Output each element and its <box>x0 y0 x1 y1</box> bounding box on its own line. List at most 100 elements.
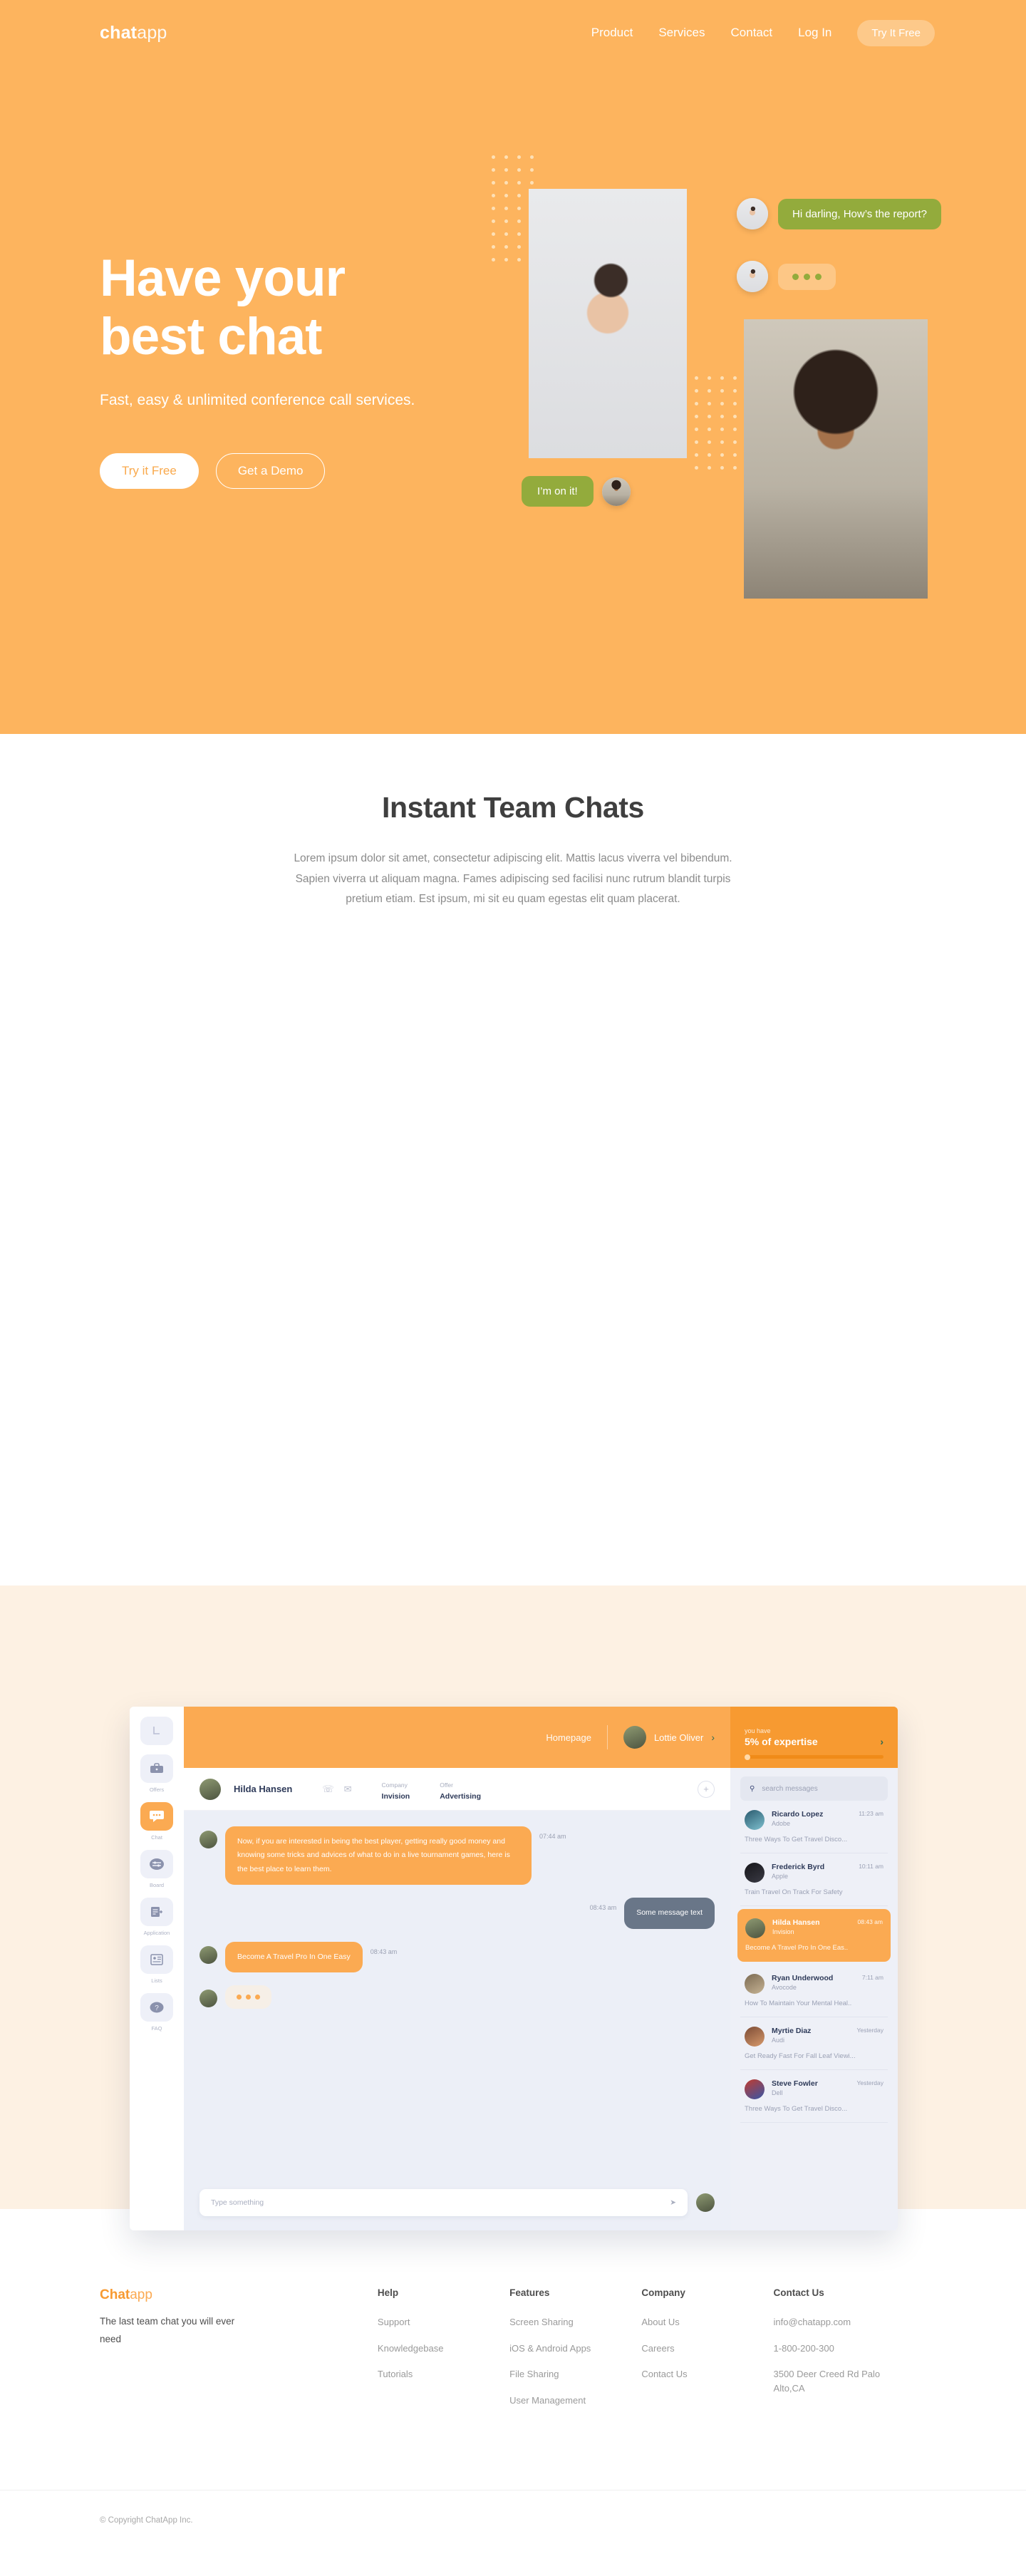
conversation-company: Audi <box>772 2037 785 2044</box>
sidebar-item-application[interactable]: Application <box>140 1898 173 1936</box>
footer-link-knowledgebase[interactable]: Knowledgebase <box>378 2342 509 2356</box>
footer-link-careers[interactable]: Careers <box>641 2342 773 2356</box>
hero-try-it-free-button[interactable]: Try it Free <box>100 452 199 489</box>
sidebar-label-offers: Offers <box>149 1786 165 1793</box>
footer-link-tutorials[interactable]: Tutorials <box>378 2367 509 2381</box>
footer-heading-contact-us: Contact Us <box>773 2287 824 2298</box>
hero-reply-row: I’m on it! <box>522 476 631 507</box>
avatar <box>745 2027 765 2047</box>
conversation-item[interactable]: Frederick Byrd Apple 10:11 am Train Trav… <box>740 1853 888 1906</box>
conversation-item-active[interactable]: Hilda Hansen Invision 08:43 am Become A … <box>737 1909 891 1962</box>
avatar <box>623 1726 646 1749</box>
conversation-company: Invision <box>772 1928 794 1935</box>
footer-link-screen-sharing[interactable]: Screen Sharing <box>509 2315 641 2329</box>
landing-page: chatapp Product Services Contact Log In … <box>0 0 1026 2576</box>
footer-heading-company: Company <box>641 2287 685 2298</box>
nav-link-login[interactable]: Log In <box>798 26 831 40</box>
sidebar-item-faq[interactable]: ? FAQ <box>140 1993 173 2032</box>
hero-im-on-it-button[interactable]: I’m on it! <box>522 476 594 507</box>
app-mockup: Offers Chat Board Application Lists ? FA… <box>130 1707 898 2230</box>
app-main: Homepage Lottie Oliver › you have 5% of … <box>184 1707 898 2230</box>
footer-link-support[interactable]: Support <box>378 2315 509 2329</box>
conversation-item[interactable]: Ryan Underwood Avocode 7:11 am How To Ma… <box>740 1965 888 2017</box>
site-footer: Chatapp The last team chat you will ever… <box>0 2209 1026 2576</box>
conversation-time: 11:23 am <box>859 1810 884 1817</box>
nav-try-it-free-button[interactable]: Try It Free <box>857 19 935 46</box>
footer-contact-email[interactable]: info@chatapp.com <box>774 2315 926 2329</box>
footer-link-user-management[interactable]: User Management <box>509 2394 641 2408</box>
hero-photo-woman-smiling <box>529 189 687 458</box>
briefcase-icon <box>140 1754 173 1783</box>
conversation-list: ⚲ search messages Ricardo Lopez Adobe 11… <box>730 1768 898 2230</box>
brand-logo-light: app <box>137 22 167 43</box>
avatar <box>696 2193 715 2212</box>
expertise-value: 5% of expertise <box>745 1736 818 1747</box>
footer-column-help: Help Support Knowledgebase Tutorials <box>378 2287 509 2419</box>
footer-column-company: Company About Us Careers Contact Us <box>641 2287 773 2419</box>
sidebar-item-logo[interactable] <box>140 1717 173 1745</box>
footer-logo-bold: Chat <box>100 2287 130 2302</box>
footer-tagline: The last team chat you will ever need <box>100 2316 235 2344</box>
document-plus-icon <box>140 1898 173 1926</box>
footer-logo[interactable]: Chatapp <box>100 2287 378 2303</box>
sidebar-item-lists[interactable]: Lists <box>140 1945 173 1984</box>
avatar <box>737 261 768 292</box>
chat-company-meta: Company Invision <box>382 1778 410 1801</box>
conversation-name: Ryan Underwood <box>772 1974 834 1982</box>
conversation-item[interactable]: Steve Fowler Dell Yesterday Three Ways T… <box>740 2070 888 2123</box>
nav-link-contact[interactable]: Contact <box>731 26 773 40</box>
expertise-caption: you have <box>745 1727 771 1734</box>
app-topbar-actions: Homepage Lottie Oliver › <box>546 1725 730 1749</box>
footer-columns: Chatapp The last team chat you will ever… <box>100 2287 926 2419</box>
message-input[interactable]: Type something ➤ <box>200 2189 688 2216</box>
sidebar-label-board: Board <box>149 1882 164 1888</box>
conversation-preview: Three Ways To Get Travel Disco... <box>745 1836 848 1843</box>
conversation-item[interactable]: Myrtie Diaz Audi Yesterday Get Ready Fas… <box>740 2017 888 2070</box>
brand-logo[interactable]: chatapp <box>100 23 167 43</box>
typing-dot-icon <box>815 273 822 280</box>
chat-company-label: Company <box>381 1781 408 1789</box>
list-icon <box>140 1945 173 1974</box>
chat-offer-meta: Offer Advertising <box>440 1778 481 1801</box>
message-row: Become A Travel Pro In One Easy 08:43 am <box>200 1941 715 1973</box>
footer-column-features: Features Screen Sharing iOS & Android Ap… <box>509 2287 641 2419</box>
avatar <box>200 1990 217 2008</box>
footer-contact-phone[interactable]: 1-800-200-300 <box>774 2342 926 2356</box>
footer-link-contact-us[interactable]: Contact Us <box>641 2367 773 2381</box>
search-messages-input[interactable]: ⚲ search messages <box>740 1776 888 1801</box>
conversation-time: 08:43 am <box>857 1918 883 1925</box>
footer-copyright: © Copyright ChatApp Inc. <box>100 2516 193 2525</box>
footer-link-about-us[interactable]: About Us <box>641 2315 773 2329</box>
expertise-value-row: 5% of expertise › <box>745 1736 884 1747</box>
footer-contact-address: 3500 Deer Creed Rd Palo Alto,CA <box>773 2369 881 2394</box>
topbar-user[interactable]: Lottie Oliver › <box>623 1726 715 1749</box>
add-member-button[interactable]: + <box>698 1780 715 1798</box>
message-bubble: Some message text <box>624 1898 715 1929</box>
avatar <box>745 1863 765 1883</box>
sidebar-item-offers[interactable]: Offers <box>140 1754 173 1793</box>
footer-brand: Chatapp The last team chat you will ever… <box>100 2287 378 2419</box>
footer-link-file-sharing[interactable]: File Sharing <box>509 2367 641 2381</box>
chat-header: Hilda Hansen ☏ ✉ Company Invision Offer <box>184 1768 730 1811</box>
phone-icon[interactable]: ☏ <box>322 1784 333 1795</box>
nav-link-services[interactable]: Services <box>658 26 705 40</box>
topbar-homepage-link[interactable]: Homepage <box>546 1732 591 1743</box>
sidebar-label-faq: FAQ <box>151 2025 162 2032</box>
topbar-expertise-card[interactable]: you have 5% of expertise › <box>730 1707 898 1768</box>
sidebar-item-board[interactable]: Board <box>140 1850 173 1888</box>
footer-link-ios-android-apps[interactable]: iOS & Android Apps <box>509 2342 641 2356</box>
conversation-preview: Train Travel On Track For Safety <box>745 1888 843 1896</box>
nav-link-product[interactable]: Product <box>591 26 633 40</box>
send-icon[interactable]: ➤ <box>670 2198 676 2207</box>
conversation-preview: Become A Travel Pro In One Eas.. <box>745 1944 849 1952</box>
mail-icon[interactable]: ✉ <box>344 1784 352 1795</box>
hero-get-a-demo-button[interactable]: Get a Demo <box>215 452 326 489</box>
sidebar-item-chat[interactable]: Chat <box>140 1802 173 1841</box>
conversation-item[interactable]: Ricardo Lopez Adobe 11:23 am Three Ways … <box>740 1801 888 1853</box>
conversation-preview: Three Ways To Get Travel Disco... <box>745 2105 848 2113</box>
sliders-icon <box>140 1850 173 1878</box>
brand-logo-bold: chat <box>100 22 138 43</box>
hero-title: Have your best chat <box>100 249 499 366</box>
conversation-company: Adobe <box>772 1820 791 1827</box>
message-bubble: Now, if you are interested in being the … <box>225 1826 532 1886</box>
